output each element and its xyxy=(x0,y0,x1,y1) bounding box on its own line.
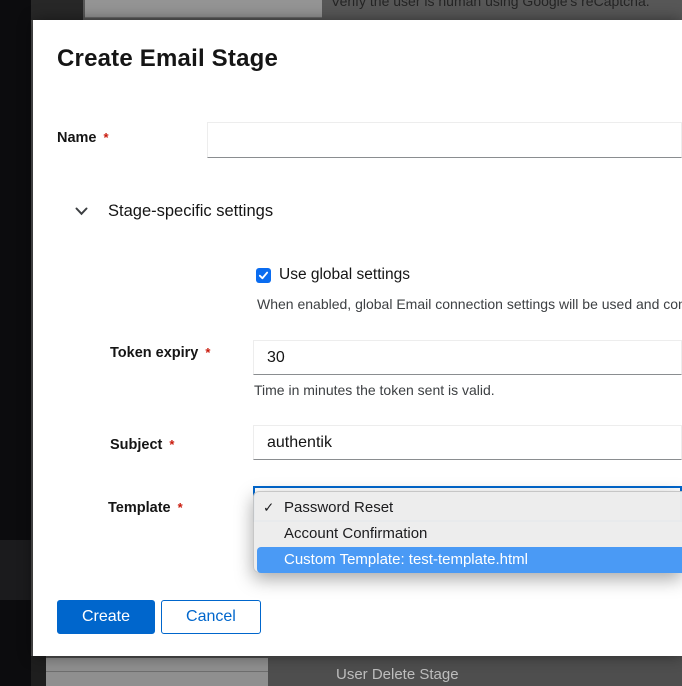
token-expiry-label-text: Token expiry xyxy=(110,345,198,361)
menu-item-custom-template[interactable]: Custom Template: test-template.html xyxy=(257,547,682,573)
subject-label: Subject * xyxy=(110,437,174,453)
name-input[interactable] xyxy=(207,122,682,158)
cancel-button[interactable]: Cancel xyxy=(161,600,261,634)
template-label: Template * xyxy=(108,500,183,516)
required-asterisk: * xyxy=(205,345,210,360)
token-expiry-help: Time in minutes the token sent is valid. xyxy=(254,382,682,398)
checkmark-icon xyxy=(258,270,269,281)
background-expanded-cell xyxy=(31,0,83,20)
app-sidebar xyxy=(0,0,31,686)
background-card xyxy=(85,0,322,18)
required-asterisk: * xyxy=(169,437,174,452)
menu-item-label: Account Confirmation xyxy=(284,525,427,542)
required-asterisk: * xyxy=(104,130,109,145)
use-global-settings-label: Use global settings xyxy=(279,266,410,284)
modal-actions: Create Cancel xyxy=(57,600,261,634)
name-label-text: Name xyxy=(57,130,97,146)
template-dropdown-menu: ✓ Password Reset Account Confirmation Cu… xyxy=(253,491,682,573)
menu-item-label: Password Reset xyxy=(284,499,393,516)
use-global-settings-help: When enabled, global Email connection se… xyxy=(257,296,682,312)
selected-checkmark-icon: ✓ xyxy=(263,495,274,521)
modal-title: Create Email Stage xyxy=(57,45,278,73)
subject-label-text: Subject xyxy=(110,437,162,453)
background-top-row: Verify the user is human using Google's … xyxy=(31,0,682,20)
stage-specific-settings-toggle[interactable]: Stage-specific settings xyxy=(75,200,273,222)
background-stage-name: User Delete Stage xyxy=(336,666,459,683)
template-label-text: Template xyxy=(108,500,171,516)
create-button[interactable]: Create xyxy=(57,600,155,634)
use-global-settings-checkbox[interactable] xyxy=(256,268,271,283)
required-asterisk: * xyxy=(178,500,183,515)
use-global-settings-row: Use global settings xyxy=(256,266,410,284)
subject-input[interactable] xyxy=(253,425,682,460)
background-table xyxy=(46,658,268,686)
background-row-description: Verify the user is human using Google's … xyxy=(331,0,650,9)
token-expiry-label: Token expiry * xyxy=(110,345,210,361)
menu-item-password-reset[interactable]: ✓ Password Reset xyxy=(254,495,682,521)
chevron-down-icon xyxy=(75,207,88,216)
token-expiry-input[interactable] xyxy=(253,340,682,375)
background-bottom-row: User Delete Stage xyxy=(31,656,682,686)
menu-item-label: Custom Template: test-template.html xyxy=(284,551,528,568)
menu-item-account-confirmation[interactable]: Account Confirmation xyxy=(254,521,682,547)
group-label: Stage-specific settings xyxy=(108,202,273,221)
background-cell xyxy=(31,656,46,686)
sidebar-item xyxy=(0,540,31,600)
row-divider xyxy=(46,671,268,672)
name-label: Name * xyxy=(57,130,109,146)
